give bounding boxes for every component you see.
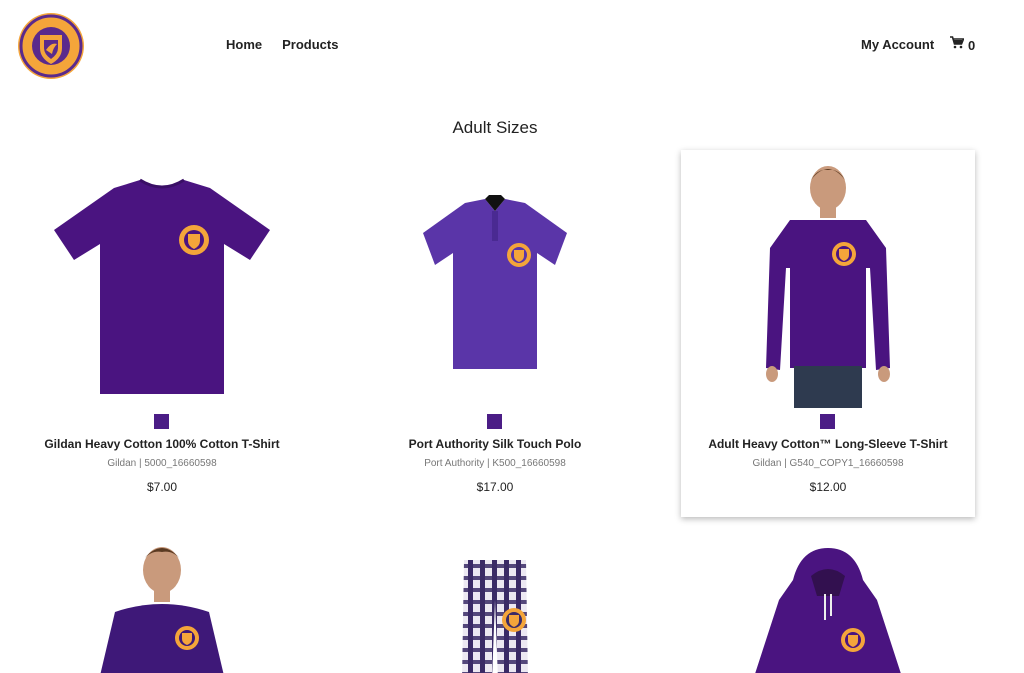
product-price: $7.00 bbox=[146, 480, 178, 494]
product-image bbox=[348, 158, 642, 408]
product-card[interactable] bbox=[348, 540, 642, 673]
cart-button[interactable]: 0 bbox=[950, 36, 975, 54]
product-card[interactable]: Gildan Heavy Cotton 100% Cotton T-Shirt … bbox=[15, 150, 309, 517]
product-name: Adult Heavy Cotton™ Long-Sleeve T-Shirt bbox=[708, 437, 948, 451]
product-card[interactable] bbox=[681, 540, 975, 673]
main-nav: Home Products bbox=[226, 37, 338, 52]
cart-count: 0 bbox=[968, 37, 976, 53]
product-price: $17.00 bbox=[476, 480, 514, 494]
color-swatch[interactable] bbox=[820, 414, 835, 429]
my-account-link[interactable]: My Account bbox=[861, 37, 934, 52]
product-meta: Gildan | G540_COPY1_16660598 bbox=[752, 458, 904, 469]
product-meta: Port Authority | K500_16660598 bbox=[424, 458, 566, 469]
product-image bbox=[681, 158, 975, 408]
product-image bbox=[100, 547, 224, 673]
product-image bbox=[462, 560, 528, 673]
product-image bbox=[15, 158, 309, 408]
product-name: Gildan Heavy Cotton 100% Cotton T-Shirt bbox=[44, 437, 280, 451]
product-price: $12.00 bbox=[809, 480, 847, 494]
color-swatch[interactable] bbox=[487, 414, 502, 429]
nav-products-link[interactable]: Products bbox=[282, 37, 338, 52]
product-image bbox=[755, 548, 901, 673]
product-card[interactable]: Port Authority Silk Touch Polo Port Auth… bbox=[348, 150, 642, 517]
cart-icon bbox=[950, 36, 965, 54]
product-card[interactable]: Adult Heavy Cotton™ Long-Sleeve T-Shirt … bbox=[681, 150, 975, 517]
brand-logo[interactable] bbox=[16, 12, 86, 80]
color-swatch[interactable] bbox=[154, 414, 169, 429]
section-title: Adult Sizes bbox=[452, 118, 538, 137]
product-name: Port Authority Silk Touch Polo bbox=[408, 437, 582, 451]
site-header: Home Products My Account 0 bbox=[0, 0, 1024, 90]
product-meta: Gildan | 5000_16660598 bbox=[107, 458, 217, 469]
product-card[interactable] bbox=[15, 540, 309, 673]
nav-home-link[interactable]: Home bbox=[226, 37, 262, 52]
